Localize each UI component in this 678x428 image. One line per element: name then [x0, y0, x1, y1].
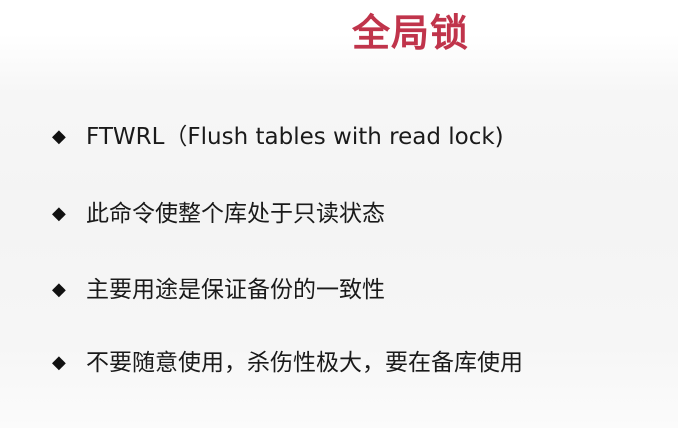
bullet-list: ◆ FTWRL（Flush tables with read lock) ◆ 此… — [0, 0, 678, 428]
bullet-item-purpose: ◆ 主要用途是保证备份的一致性 — [52, 275, 385, 305]
bullet-text: 主要用途是保证备份的一致性 — [86, 277, 385, 303]
diamond-bullet-icon: ◆ — [52, 203, 66, 224]
bullet-text: 此命令使整个库处于只读状态 — [86, 201, 385, 227]
diamond-bullet-icon: ◆ — [52, 279, 66, 300]
bullet-text: 不要随意使用，杀伤性极大，要在备库使用 — [86, 350, 523, 376]
bullet-item-warning: ◆ 不要随意使用，杀伤性极大，要在备库使用 — [52, 348, 523, 378]
diamond-bullet-icon: ◆ — [52, 352, 66, 373]
bullet-item-readonly: ◆ 此命令使整个库处于只读状态 — [52, 199, 385, 229]
diamond-bullet-icon: ◆ — [52, 126, 66, 147]
bullet-text: FTWRL（Flush tables with read lock) — [86, 124, 504, 150]
slide: 全局锁 ◆ FTWRL（Flush tables with read lock)… — [0, 0, 678, 428]
bullet-item-ftwrl: ◆ FTWRL（Flush tables with read lock) — [52, 122, 504, 152]
